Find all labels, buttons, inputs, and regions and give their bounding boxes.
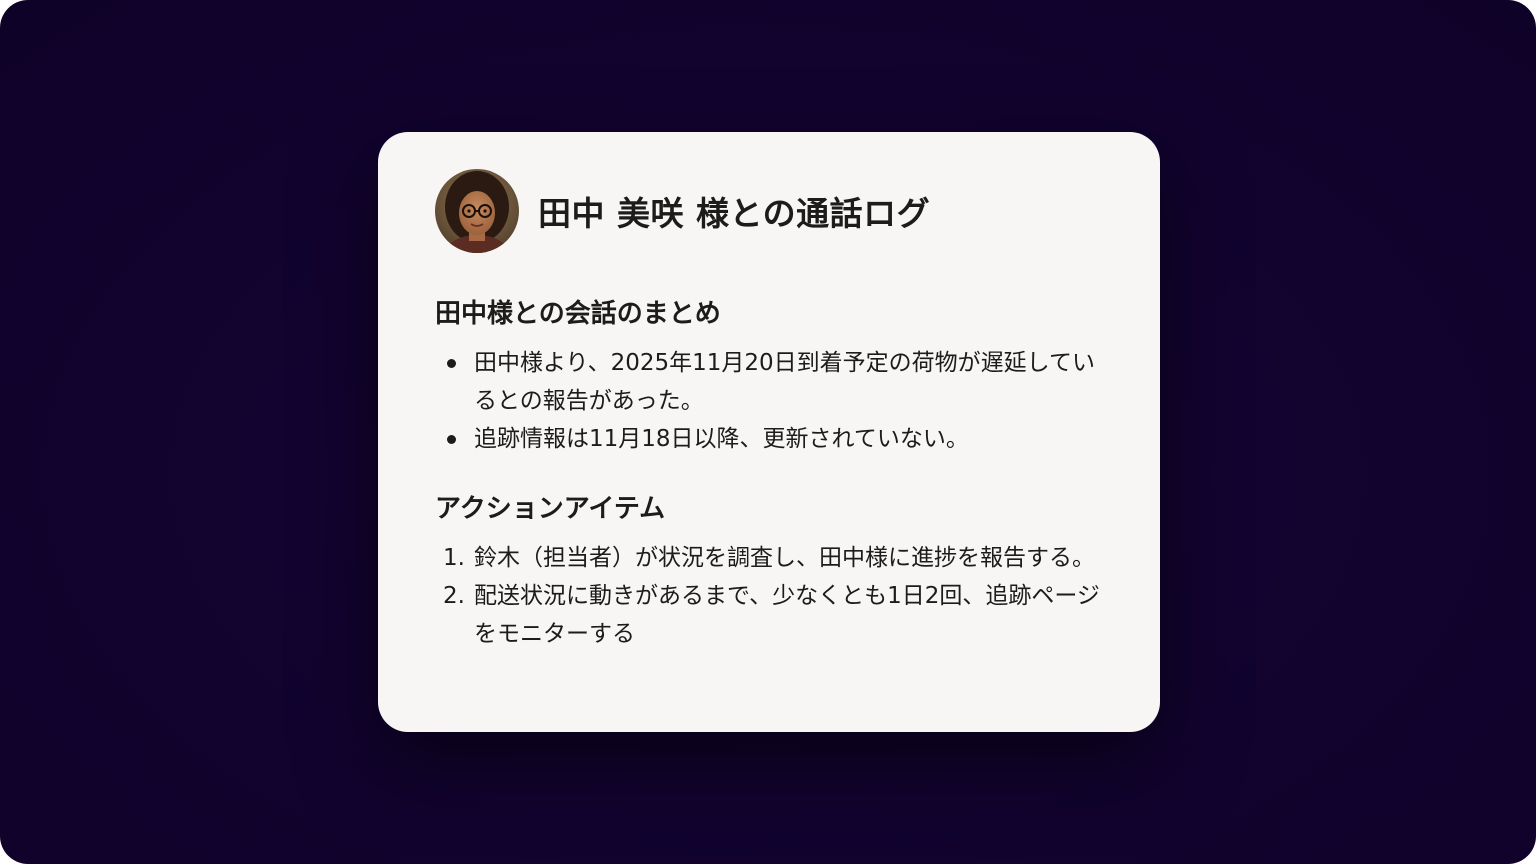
action-text: 鈴木（担当者）が状況を調査し、田中様に進捗を報告する。: [474, 545, 1095, 571]
list-item: 田中様より、2025年11月20日到着予定の荷物が遅延しているとの報告があった。: [435, 344, 1102, 420]
list-item-text: 田中様より、2025年11月20日到着予定の荷物が遅延しているとの報告があった。: [474, 350, 1095, 414]
summary-list: 田中様より、2025年11月20日到着予定の荷物が遅延しているとの報告があった。…: [435, 344, 1102, 458]
action-text: 配送状況に動きがあるまで、少なくとも1日2回、追跡ページをモニターする: [474, 583, 1100, 647]
bullet-icon: [447, 359, 456, 368]
action-number: 1.: [443, 545, 465, 571]
list-item-text: 追跡情報は11月18日以降、更新されていない。: [474, 426, 969, 452]
action-item: 1. 鈴木（担当者）が状況を調査し、田中様に進捗を報告する。: [435, 539, 1102, 577]
call-log-card: 田中 美咲 様との通話ログ 田中様との会話のまとめ 田中様より、2025年11月…: [378, 132, 1160, 732]
app-background: 田中 美咲 様との通話ログ 田中様との会話のまとめ 田中様より、2025年11月…: [0, 0, 1536, 864]
actions-heading: アクションアイテム: [435, 494, 666, 524]
summary-heading: 田中様との会話のまとめ: [435, 299, 721, 329]
action-list: 1. 鈴木（担当者）が状況を調査し、田中様に進捗を報告する。 2. 配送状況に動…: [435, 539, 1102, 653]
person-avatar-icon: [435, 169, 519, 253]
action-number: 2.: [443, 583, 465, 609]
list-item: 追跡情報は11月18日以降、更新されていない。: [435, 420, 1102, 458]
card-header: 田中 美咲 様との通話ログ: [435, 169, 1102, 253]
page-title: 田中 美咲 様との通話ログ: [538, 194, 931, 233]
avatar: [435, 169, 519, 253]
bullet-icon: [447, 435, 456, 444]
action-item: 2. 配送状況に動きがあるまで、少なくとも1日2回、追跡ページをモニターする: [435, 577, 1102, 653]
